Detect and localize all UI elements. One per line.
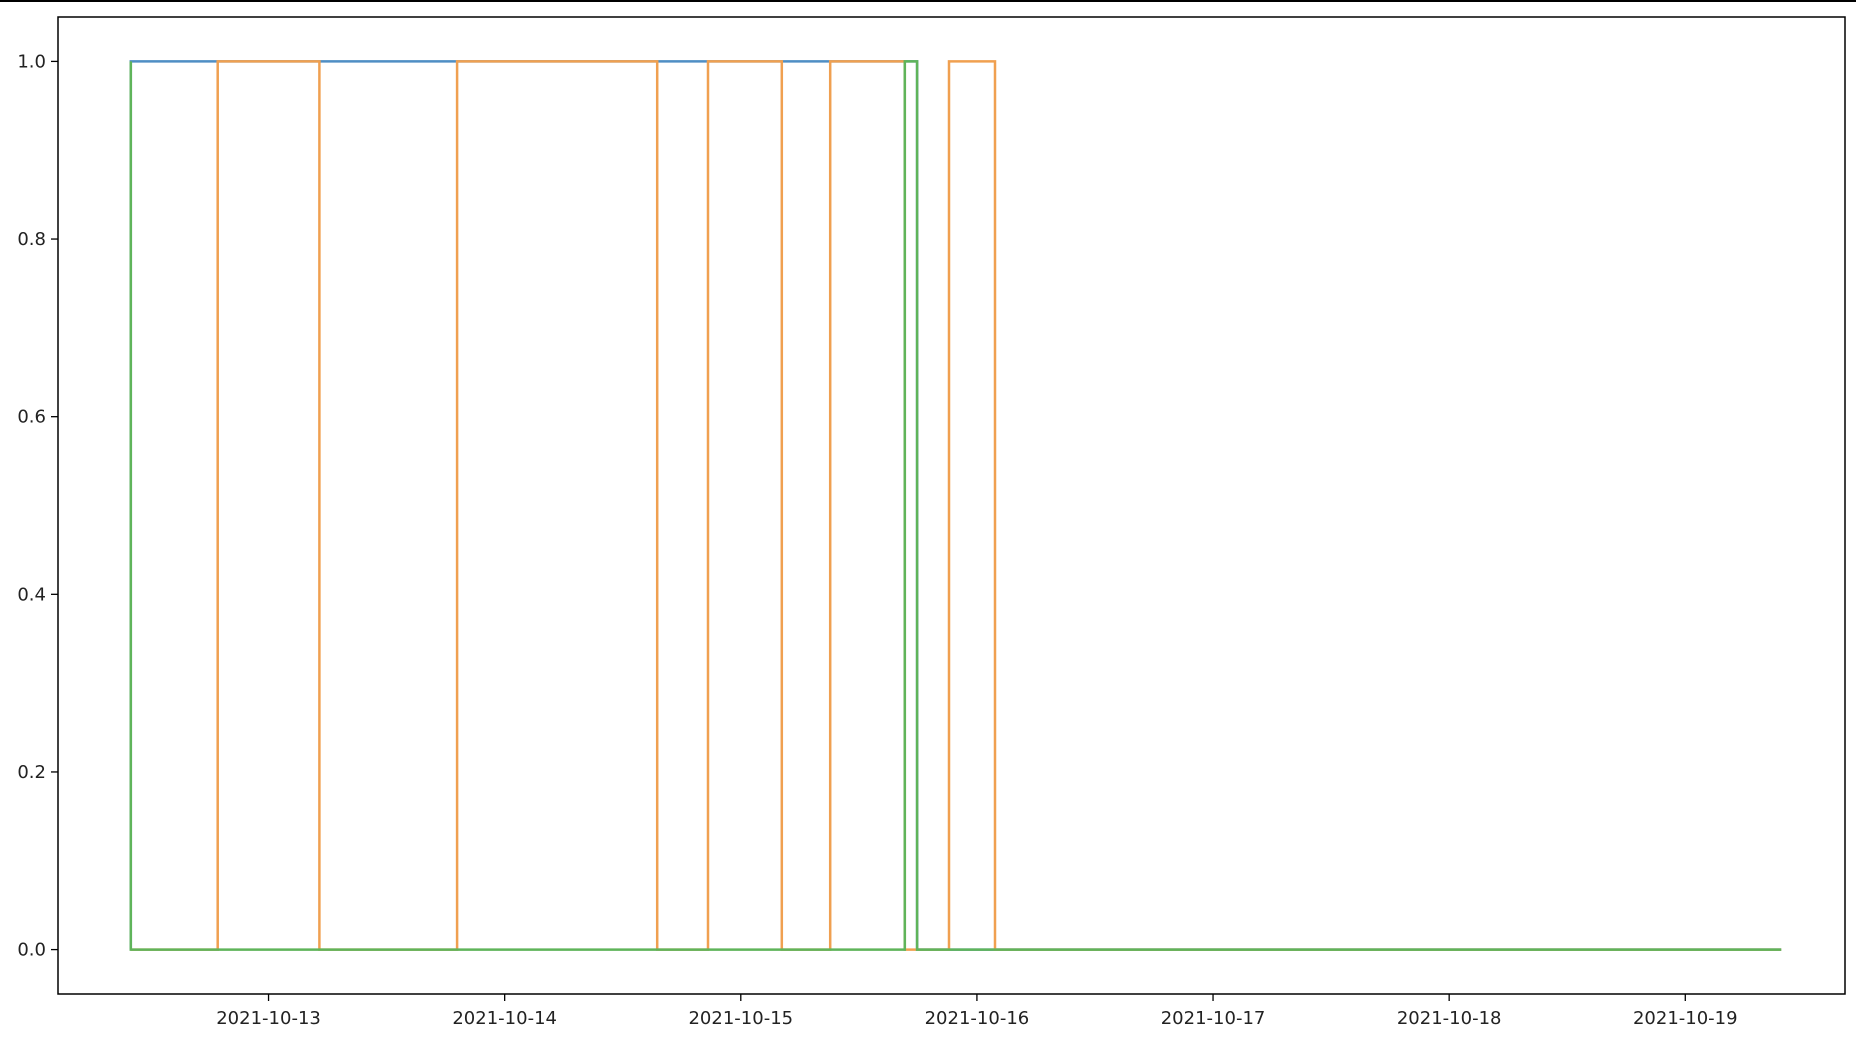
y-tick-label: 0.2 bbox=[17, 762, 46, 783]
plot-border bbox=[57, 16, 1846, 995]
x-tick-label: 2021-10-13 bbox=[216, 1008, 321, 1029]
x-tick-label: 2021-10-15 bbox=[688, 1008, 793, 1029]
x-tick-label: 2021-10-16 bbox=[925, 1008, 1030, 1029]
series-layer bbox=[129, 60, 1782, 951]
y-tick-label: 0.8 bbox=[17, 229, 46, 250]
x-tick-label: 2021-10-19 bbox=[1633, 1008, 1738, 1029]
plot-frame bbox=[57, 16, 1846, 995]
x-tick-label: 2021-10-14 bbox=[452, 1008, 557, 1029]
y-tick-label: 1.0 bbox=[17, 51, 46, 72]
y-tick-label: 0.0 bbox=[17, 940, 46, 961]
step-line-chart: 0.0 0.2 0.4 0.6 0.8 1.0 2021-10-13 2021-10-14 20… bbox=[17, 16, 1846, 1029]
series-line-1 bbox=[129, 60, 1782, 951]
y-tick-label: 0.6 bbox=[17, 407, 46, 428]
series-line-2 bbox=[130, 60, 1782, 951]
y-tick-label: 0.4 bbox=[17, 584, 46, 605]
axis-layer: 0.0 0.2 0.4 0.6 0.8 1.0 2021-10-13 2021-10-14 20… bbox=[17, 51, 1737, 1029]
x-tick-label: 2021-10-17 bbox=[1161, 1008, 1266, 1029]
x-tick-label: 2021-10-18 bbox=[1397, 1008, 1502, 1029]
series-line-3 bbox=[129, 60, 1782, 951]
